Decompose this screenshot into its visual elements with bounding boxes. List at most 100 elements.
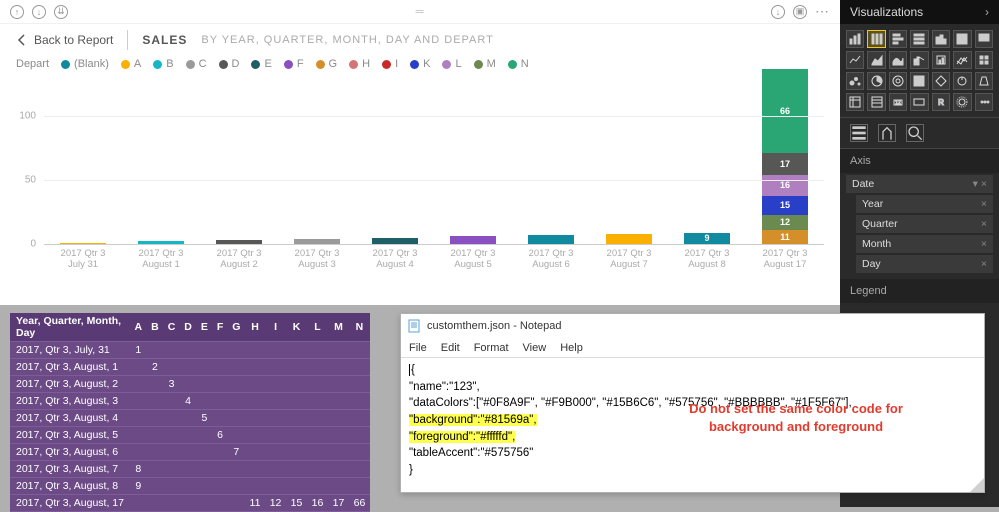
notepad-menu-item[interactable]: Format <box>474 342 509 354</box>
matrix-header-cell[interactable]: H <box>245 313 265 342</box>
matrix-row[interactable]: 2017, Qtr 3, August, 17111215161766 <box>10 495 370 512</box>
field-well-item[interactable]: Day× <box>856 255 993 273</box>
viz-type-icon[interactable] <box>889 51 907 69</box>
bar-segment[interactable]: 9 <box>684 233 730 244</box>
notepad-menu-item[interactable]: File <box>409 342 427 354</box>
legend-item[interactable]: L <box>442 58 461 70</box>
matrix-header-cell[interactable]: E <box>196 313 212 342</box>
bar-column[interactable]: 111215161766 <box>746 78 824 244</box>
matrix-header-cell[interactable]: K <box>286 313 307 342</box>
legend-item[interactable]: G <box>316 58 338 70</box>
viz-type-icon[interactable]: 12 <box>889 93 907 111</box>
bar-segment[interactable]: 11 <box>762 230 808 244</box>
matrix-row[interactable]: 2017, Qtr 3, August, 78 <box>10 461 370 478</box>
bar-segment[interactable]: 12 <box>762 215 808 230</box>
matrix-row[interactable]: 2017, Qtr 3, July, 311 <box>10 342 370 359</box>
viz-type-icon[interactable] <box>846 93 864 111</box>
viz-type-icon[interactable] <box>932 30 950 48</box>
viz-type-icon[interactable] <box>910 51 928 69</box>
viz-panel-header[interactable]: Visualizations › <box>840 0 999 24</box>
notepad-menu-item[interactable]: View <box>523 342 547 354</box>
matrix-header-cell[interactable]: F <box>212 313 227 342</box>
viz-type-icon[interactable] <box>867 51 885 69</box>
viz-type-icon[interactable] <box>953 93 971 111</box>
viz-type-icon[interactable] <box>910 72 928 90</box>
notepad-menu-item[interactable]: Help <box>560 342 583 354</box>
matrix-header-cell[interactable]: B <box>147 313 164 342</box>
legend-item[interactable]: B <box>153 58 173 70</box>
bar-segment[interactable] <box>450 236 496 244</box>
bar-segment[interactable]: 15 <box>762 196 808 215</box>
viz-type-icon[interactable] <box>953 30 971 48</box>
nav-up-icon[interactable]: ↑ <box>10 5 24 19</box>
legend-item[interactable]: E <box>251 58 271 70</box>
matrix-header-cell[interactable]: I <box>265 313 286 342</box>
legend-item[interactable]: A <box>121 58 141 70</box>
expand-icon[interactable]: ⇊ <box>54 5 68 19</box>
analytics-tab-icon[interactable] <box>906 124 924 142</box>
bar-column[interactable] <box>44 78 122 244</box>
bar-column[interactable] <box>512 78 590 244</box>
matrix-row[interactable]: 2017, Qtr 3, August, 12 <box>10 359 370 376</box>
legend-item[interactable]: N <box>508 58 529 70</box>
bar-segment[interactable]: 66 <box>762 69 808 153</box>
remove-field-icon[interactable]: × <box>981 238 987 250</box>
field-well-item[interactable]: Month× <box>856 235 993 253</box>
matrix-row[interactable]: 2017, Qtr 3, August, 67 <box>10 444 370 461</box>
remove-field-icon[interactable]: × <box>981 218 987 230</box>
matrix-header-cell[interactable]: N <box>349 313 370 342</box>
matrix-visual[interactable]: Year, Quarter, Month, DayABCDEFGHIKLMN 2… <box>10 313 370 512</box>
viz-type-icon[interactable] <box>867 72 885 90</box>
legend-item[interactable]: I <box>382 58 398 70</box>
matrix-header-cell[interactable]: D <box>180 313 197 342</box>
fields-tab-icon[interactable] <box>850 124 868 142</box>
viz-type-icon[interactable] <box>975 30 993 48</box>
bar-column[interactable] <box>278 78 356 244</box>
matrix-row[interactable]: 2017, Qtr 3, August, 45 <box>10 410 370 427</box>
matrix-header-cell[interactable]: C <box>163 313 180 342</box>
more-icon[interactable]: ⋯ <box>815 3 830 20</box>
field-well-item[interactable]: Year× <box>856 195 993 213</box>
matrix-header-cell[interactable]: M <box>328 313 349 342</box>
field-well-item[interactable]: Date▾ × <box>846 175 993 193</box>
legend-item[interactable]: F <box>284 58 304 70</box>
legend-item[interactable]: C <box>186 58 207 70</box>
legend-item[interactable]: M <box>474 58 496 70</box>
bar-column[interactable] <box>200 78 278 244</box>
viz-type-icon[interactable] <box>889 72 907 90</box>
matrix-row[interactable]: 2017, Qtr 3, August, 56 <box>10 427 370 444</box>
bar-column[interactable] <box>434 78 512 244</box>
legend-item[interactable]: K <box>410 58 430 70</box>
viz-type-icon[interactable] <box>846 51 864 69</box>
viz-type-icon[interactable] <box>932 51 950 69</box>
viz-type-icon[interactable] <box>889 30 907 48</box>
viz-type-icon[interactable] <box>932 72 950 90</box>
notepad-titlebar[interactable]: customthem.json - Notepad <box>401 314 984 338</box>
stacked-bar-chart[interactable]: 050100 9111215161766 2017 Qtr 3July 3120… <box>0 72 840 272</box>
focus-icon[interactable]: ▣ <box>793 5 807 19</box>
notepad-textarea[interactable]: { "name":"123", "dataColors":["#0F8A9F",… <box>401 358 984 483</box>
viz-type-icon[interactable] <box>953 72 971 90</box>
viz-type-icon[interactable] <box>846 72 864 90</box>
field-well-item[interactable]: Quarter× <box>856 215 993 233</box>
bar-segment[interactable]: 17 <box>762 153 808 175</box>
back-button[interactable]: Back to Report <box>16 33 113 47</box>
bar-column[interactable] <box>122 78 200 244</box>
drill-down-icon[interactable]: ↓ <box>32 5 46 19</box>
matrix-header-cell[interactable]: G <box>228 313 245 342</box>
viz-type-icon[interactable] <box>975 93 993 111</box>
viz-type-icon[interactable] <box>910 93 928 111</box>
format-tab-icon[interactable] <box>878 124 896 142</box>
matrix-row[interactable]: 2017, Qtr 3, August, 34 <box>10 393 370 410</box>
legend-item[interactable]: D <box>219 58 240 70</box>
bar-column[interactable]: 9 <box>668 78 746 244</box>
bar-segment[interactable] <box>528 235 574 244</box>
bar-column[interactable] <box>590 78 668 244</box>
viz-type-icon[interactable] <box>953 51 971 69</box>
viz-type-icon[interactable] <box>910 30 928 48</box>
matrix-row[interactable]: 2017, Qtr 3, August, 89 <box>10 478 370 495</box>
bar-segment[interactable]: 16 <box>762 175 808 195</box>
viz-type-icon[interactable] <box>975 72 993 90</box>
viz-type-icon[interactable] <box>846 30 864 48</box>
chevron-right-icon[interactable]: › <box>985 5 989 19</box>
